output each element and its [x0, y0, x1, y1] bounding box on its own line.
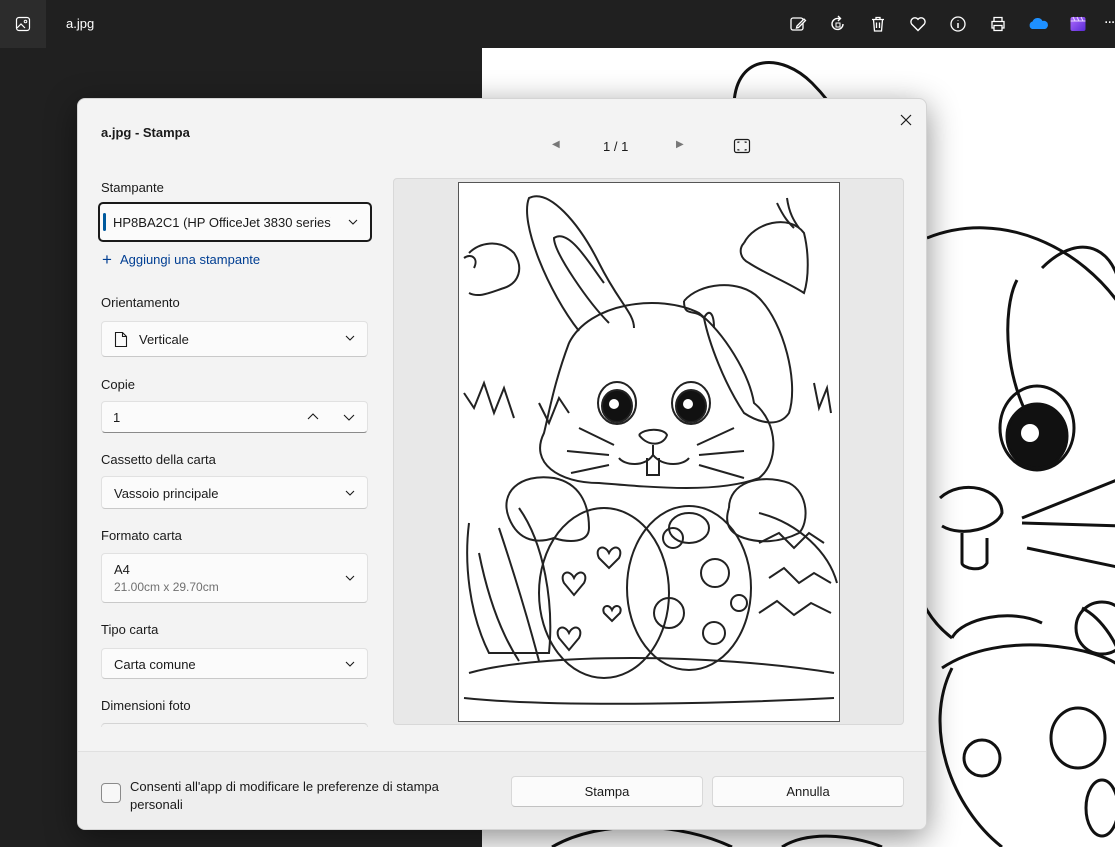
print-preview [393, 178, 904, 725]
portrait-page-icon [114, 331, 128, 348]
close-icon [900, 114, 912, 126]
chevron-down-icon [345, 575, 355, 581]
chevron-up-icon[interactable] [306, 410, 320, 424]
page-counter: 1 / 1 [603, 139, 629, 154]
chevron-down-icon [348, 219, 358, 225]
cancel-button[interactable]: Annulla [712, 776, 904, 807]
print-button[interactable]: Stampa [511, 776, 703, 807]
dialog-footer: Consenti all'app di modificare le prefer… [78, 751, 926, 829]
chevron-down-icon [345, 335, 355, 341]
allow-preferences-label: Consenti all'app di modificare le prefer… [130, 779, 439, 812]
rotate-icon[interactable] [826, 12, 850, 36]
print-dialog: a.jpg - Stampa ◀ 1 / 1 ▶ Stampante HP8BA… [77, 98, 927, 830]
orientation-select[interactable]: Verticale [101, 321, 368, 357]
paper-type-value: Carta comune [114, 657, 196, 672]
copies-label: Copie [101, 377, 135, 392]
paper-type-select[interactable]: Carta comune [101, 648, 368, 679]
delete-icon[interactable] [866, 12, 890, 36]
copies-stepper[interactable]: 1 [101, 401, 368, 433]
add-printer-label: Aggiungi una stampante [119, 252, 261, 267]
paper-tray-value: Vassoio principale [114, 486, 219, 501]
add-printer-link[interactable]: + Aggiungi una stampante [102, 250, 261, 269]
close-button[interactable] [893, 107, 919, 133]
page-navigator: ◀ 1 / 1 ▶ [548, 137, 748, 157]
onedrive-icon[interactable] [1026, 12, 1050, 36]
chevron-down-icon [345, 661, 355, 667]
preview-page [458, 182, 840, 722]
chevron-down-icon[interactable] [342, 410, 356, 424]
orientation-label: Orientamento [101, 295, 180, 310]
paper-size-value: A4 [114, 562, 130, 577]
app-title-bar: a.jpg ... [0, 0, 1115, 48]
fit-to-page-icon[interactable] [733, 138, 751, 154]
print-icon[interactable] [986, 12, 1010, 36]
printer-value: HP8BA2C1 (HP OfficeJet 3830 series) [113, 215, 331, 230]
orientation-value: Verticale [139, 332, 189, 347]
dialog-title: a.jpg - Stampa [101, 125, 190, 140]
paper-type-label: Tipo carta [101, 622, 159, 637]
allow-preferences-checkbox[interactable] [101, 783, 121, 803]
photos-app-icon[interactable] [0, 0, 46, 48]
next-page-icon[interactable]: ▶ [676, 139, 684, 150]
paper-tray-select[interactable]: Vassoio principale [101, 476, 368, 509]
paper-size-select[interactable]: A4 21.00cm x 29.70cm [101, 553, 368, 603]
paper-tray-label: Cassetto della carta [101, 452, 216, 467]
plus-icon: + [102, 250, 112, 269]
focus-accent [103, 213, 106, 231]
clipchamp-icon[interactable] [1066, 12, 1090, 36]
printer-select[interactable]: HP8BA2C1 (HP OfficeJet 3830 series) [98, 202, 372, 242]
favorite-icon[interactable] [906, 12, 930, 36]
more-icon[interactable]: ... [1104, 10, 1115, 28]
paper-size-detail: 21.00cm x 29.70cm [114, 580, 219, 594]
printer-label: Stampante [101, 180, 164, 195]
edit-icon[interactable] [786, 12, 810, 36]
previous-page-icon[interactable]: ◀ [552, 139, 560, 150]
info-icon[interactable] [946, 12, 970, 36]
file-name: a.jpg [66, 16, 95, 31]
photo-size-select[interactable] [101, 723, 368, 727]
paper-size-label: Formato carta [101, 528, 182, 543]
chevron-down-icon [345, 490, 355, 496]
photo-size-label: Dimensioni foto [101, 698, 191, 713]
copies-value: 1 [113, 410, 121, 425]
